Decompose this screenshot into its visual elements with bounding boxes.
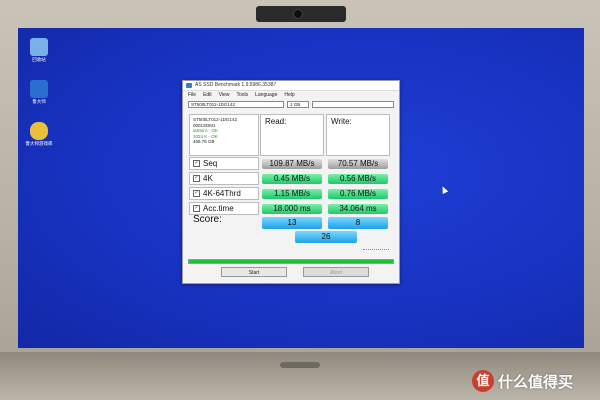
4k-64thrd-read-value: 1.15 MB/s xyxy=(260,187,324,200)
row-seq[interactable]: ✓ Seq xyxy=(189,157,259,170)
as-ssd-window[interactable]: AS SSD Benchmark 1.9.5986.35387 File Edi… xyxy=(182,80,400,284)
resize-dots xyxy=(363,249,389,250)
menu-help[interactable]: Help xyxy=(284,92,294,98)
desktop-icon-label: 鲁大师 xyxy=(32,99,46,104)
row-label: Seq xyxy=(203,159,218,168)
menu-tools[interactable]: Tools xyxy=(236,92,248,98)
score-label: Score: xyxy=(193,214,222,225)
check-icon[interactable]: ✓ xyxy=(193,190,200,197)
4k-64thrd-write-value: 0.76 MB/s xyxy=(326,187,390,200)
menu-edit[interactable]: Edit xyxy=(203,92,212,98)
webcam xyxy=(256,6,346,22)
row-4k[interactable]: ✓ 4K xyxy=(189,172,259,185)
smzdm-logo-icon: 值 xyxy=(472,370,494,392)
abort-button[interactable]: Abort xyxy=(303,267,369,277)
seq-read-value: 109.87 MB/s xyxy=(260,157,324,170)
webcam-lens xyxy=(294,10,302,18)
title-bar[interactable]: AS SSD Benchmark 1.9.5986.35387 xyxy=(183,81,399,91)
size-select[interactable]: 1 GB xyxy=(287,100,309,108)
row-label: 4K-64Thrd xyxy=(203,189,241,198)
seq-write-value: 70.57 MB/s xyxy=(326,157,390,170)
4k-read-value: 0.45 MB/s xyxy=(260,172,324,185)
check-icon[interactable]: ✓ xyxy=(193,205,200,212)
check-icon[interactable]: ✓ xyxy=(193,175,200,182)
4k-write-value: 0.56 MB/s xyxy=(326,172,390,185)
acc-time-read-value: 18.000 ms xyxy=(260,202,324,215)
desktop-icon-recycle-bin[interactable]: 回收站 xyxy=(22,38,56,63)
progress-bar xyxy=(188,259,394,264)
hinge-mark xyxy=(280,362,320,368)
game-controller-icon xyxy=(30,122,48,140)
write-header: Write: xyxy=(326,114,390,156)
size-select-value: 1 GB xyxy=(290,101,301,107)
drive-info-panel: ST500LT012-1DG142 0001SDM1 iaStorA - OK … xyxy=(189,114,259,156)
desktop-icon-game-library[interactable]: 鲁大师游戏库 xyxy=(22,122,56,147)
status-field xyxy=(312,100,394,108)
check-icon[interactable]: ✓ xyxy=(193,160,200,167)
start-button[interactable]: Start xyxy=(221,267,287,277)
window-title: AS SSD Benchmark 1.9.5986.35387 xyxy=(195,82,277,88)
drive-select-value: ST500LT012-1DG142 xyxy=(191,101,235,107)
watermark: 值 什么值得买 xyxy=(472,370,573,392)
app-icon xyxy=(186,83,192,88)
acc-time-write-value: 34.064 ms xyxy=(326,202,390,215)
row-label: 4K xyxy=(203,174,213,183)
write-score: 8 xyxy=(328,217,388,229)
drive-select[interactable]: ST500LT012-1DG142 xyxy=(188,100,284,108)
row-label: Acc.time xyxy=(203,204,234,213)
menu-view[interactable]: View xyxy=(219,92,230,98)
progress-fill xyxy=(189,260,393,263)
recycle-bin-icon xyxy=(30,38,48,56)
menu-bar: File Edit View Tools Language Help xyxy=(183,91,399,99)
watermark-text: 什么值得买 xyxy=(498,373,574,391)
total-score: 26 xyxy=(295,231,357,243)
row-4k-64thrd[interactable]: ✓ 4K-64Thrd xyxy=(189,187,259,200)
desktop-icon-label: 回收站 xyxy=(32,57,46,62)
menu-language[interactable]: Language xyxy=(255,92,277,98)
selection-bar: ST500LT012-1DG142 1 GB xyxy=(183,99,399,109)
desktop-icon-label: 鲁大师游戏库 xyxy=(25,141,53,146)
ludashi-icon xyxy=(30,80,48,98)
desktop-icon-ludashi[interactable]: 鲁大师 xyxy=(22,80,56,105)
read-score: 13 xyxy=(262,217,322,229)
drive-capacity: 465.76 GB xyxy=(193,139,215,145)
menu-file[interactable]: File xyxy=(188,92,196,98)
read-header: Read: xyxy=(260,114,324,156)
